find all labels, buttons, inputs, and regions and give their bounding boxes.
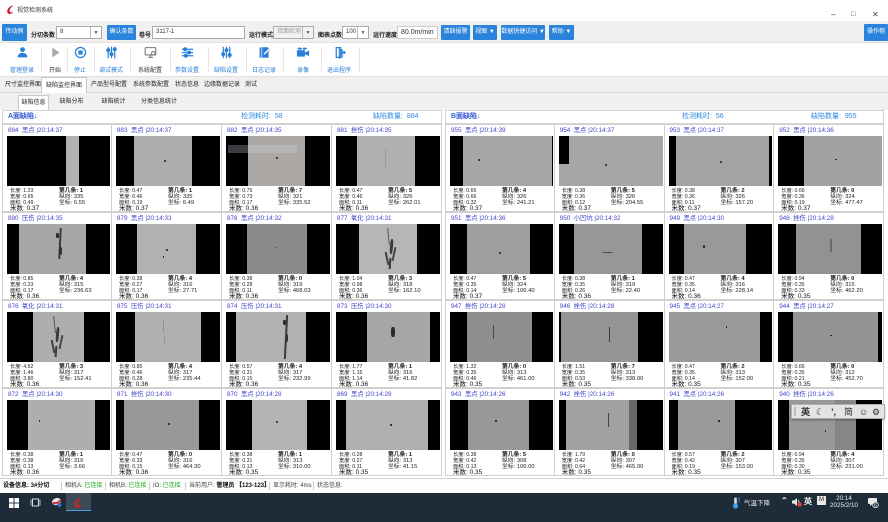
svg-text:6: 6 <box>874 503 877 508</box>
